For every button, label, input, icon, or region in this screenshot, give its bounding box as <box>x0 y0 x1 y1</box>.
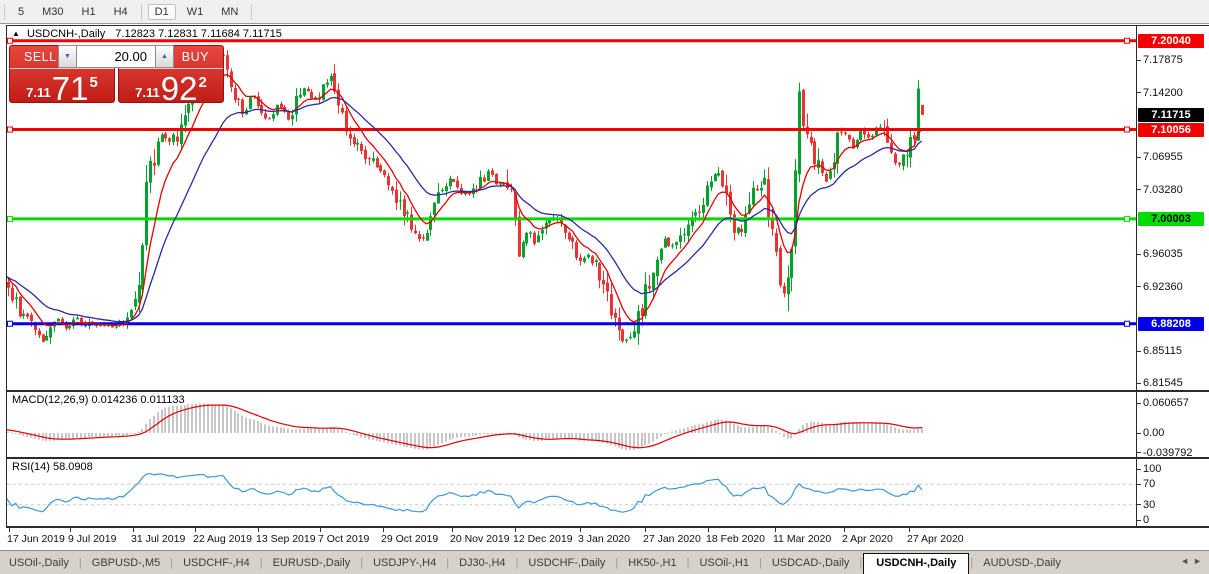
buy-price-prefix: 7.11 <box>135 85 160 100</box>
macd-label: MACD(12,26,9) 0.014236 0.011133 <box>12 394 185 406</box>
current-price-badge: 7.11715 <box>1138 107 1204 122</box>
volume-increase-icon[interactable]: ▲ <box>155 45 174 68</box>
ohlc-values: 7.12823 7.12831 7.11684 7.11715 <box>115 28 282 40</box>
price-axis-tick: 6.81545 <box>1137 377 1183 390</box>
collapse-panel-icon[interactable]: ▲ <box>12 29 20 38</box>
price-axis-tick: 7.17875 <box>1137 54 1183 67</box>
volume-decrease-icon[interactable]: ▼ <box>58 45 77 68</box>
buy-price-sup: 2 <box>198 74 207 91</box>
sell-price: 7.11 71 5 <box>10 70 114 107</box>
price-axis-tick: 6.85115 <box>1137 345 1182 358</box>
macd-axis-tick: 0.00 <box>1137 427 1164 440</box>
price-axis-tick: 7.14200 <box>1137 87 1183 100</box>
one-click-trading-widget: SELL 7.11 71 5 BUY 7.11 92 2 ▼ 20.00 ▲ <box>9 45 224 107</box>
price-axis-tick: 7.03280 <box>1137 184 1183 197</box>
macd-axis-tick: -0.039792 <box>1137 447 1193 460</box>
price-axis-tick: 6.96035 <box>1137 248 1183 261</box>
rsi-axis-tick: 0 <box>1137 514 1149 527</box>
price-axis-tick: 6.92360 <box>1137 281 1183 294</box>
buy-label: BUY <box>181 50 209 64</box>
macd-axis-tick: 0.060657 <box>1137 397 1189 410</box>
sell-price-prefix: 7.11 <box>26 85 51 100</box>
symbol-period-label: USDCNH-,Daily <box>26 28 106 40</box>
buy-price: 7.11 92 2 <box>119 70 223 107</box>
level-badge-support-green: 7.00003 <box>1138 211 1204 226</box>
rsi-axis-tick: 70 <box>1137 478 1155 491</box>
volume-input[interactable]: 20.00 <box>77 45 155 68</box>
sell-price-sup: 5 <box>89 74 98 91</box>
level-badge-resistance: 7.20040 <box>1138 33 1204 48</box>
rsi-axis-tick: 100 <box>1137 463 1161 476</box>
rsi-label: RSI(14) 58.0908 <box>12 461 93 473</box>
level-badge-support-blue: 6.88208 <box>1138 316 1204 331</box>
sell-price-big: 71 <box>51 70 89 107</box>
rsi-axis-tick: 30 <box>1137 499 1155 512</box>
chart-title: ▲ USDCNH-,Daily 7.12823 7.12831 7.11684 … <box>12 28 282 40</box>
level-badge-order: 7.10056 <box>1138 122 1204 137</box>
sell-label: SELL <box>24 50 57 64</box>
trading-terminal: 5 M30 H1 H4 D1 W1 MN 17 Jun 2019 9 Jul 2019 31 J… <box>0 0 1209 574</box>
price-axis-tick: 7.06955 <box>1137 151 1183 164</box>
volume-spinner: ▼ 20.00 ▲ <box>58 45 174 68</box>
buy-price-big: 92 <box>160 70 198 107</box>
